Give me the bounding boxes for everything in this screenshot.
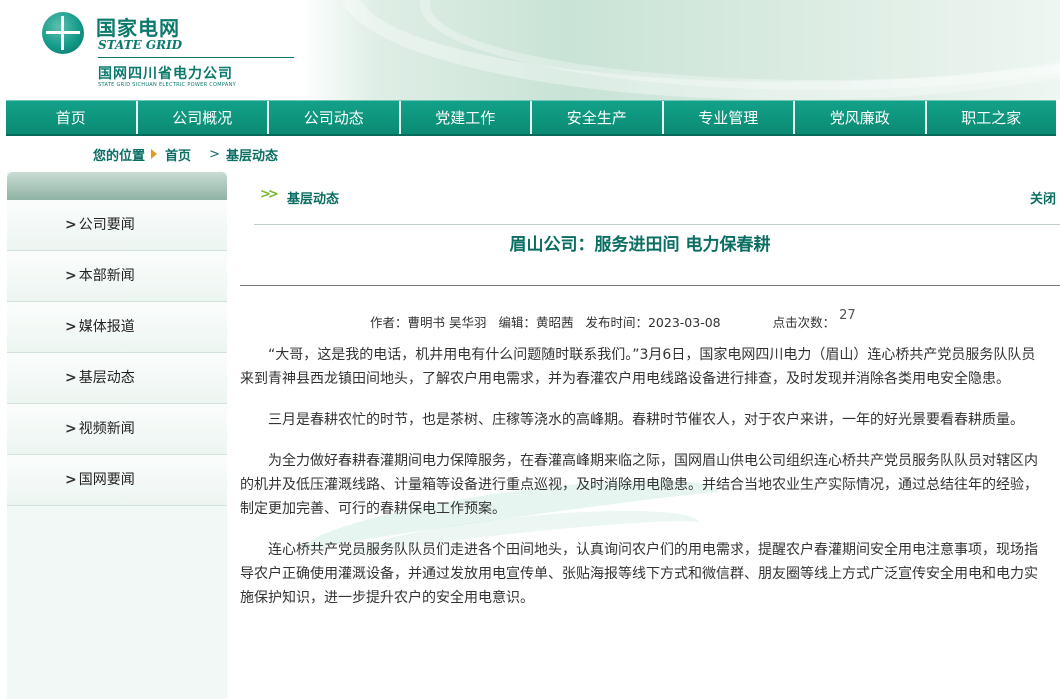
site-header: 国家电网 STATE GRID 国网四川省电力公司 STATE GRID SIC… [0,0,1060,100]
site-logo[interactable]: 国家电网 STATE GRID 国网四川省电力公司 STATE GRID SIC… [42,10,302,95]
chevron-right-icon: > [65,268,77,284]
sidebar-item-label: 媒体报道 [78,319,135,335]
double-chevron-right-icon: >> [260,187,279,202]
sidebar-item-label: 基层动态 [78,370,135,386]
breadcrumb-home[interactable]: 首页 [165,145,191,164]
section-header: >> 基层动态 关闭 [254,182,1060,210]
chevron-right-icon: > [65,217,77,233]
nav-integrity[interactable]: 党风廉政 [795,101,927,134]
nav-home[interactable]: 首页 [6,101,138,134]
chevron-right-icon: > [65,370,77,386]
breadcrumb-current[interactable]: 基层动态 [226,145,278,164]
article-paragraph: 三月是春耕农忙的时节，也是茶树、庄稼等浇水的高峰期。春耕时节催农人，对于农户来讲… [268,412,1024,428]
logo-subtitle-en: STATE GRID SICHUAN ELECTRIC POWER COMPAN… [98,82,236,88]
article-date: 发布时间：2023-03-08 [585,315,721,330]
close-link[interactable]: 关闭 [1030,188,1056,207]
article-author: 作者：曹明书 吴华羽 [370,315,487,330]
sidebar-item-label: 本部新闻 [78,268,135,284]
logo-subtitle: 国网四川省电力公司 [98,66,233,82]
article-paragraph: 为全力做好春耕春灌期间电力保障服务，在春灌高峰期来临之际，国网眉山供电公司组织连… [240,453,1038,517]
title-divider [240,285,1060,286]
sidebar-item-sgcc-news[interactable]: > 国网要闻 [7,455,227,506]
sidebar-list: > 公司要闻 > 本部新闻 > 媒体报道 > 基层动态 > 视频新闻 > 国网要闻 [7,200,227,506]
article-title: 眉山公司：服务进田间 电力保春耕 [509,235,771,255]
chevron-right-icon: > [65,421,77,437]
sidebar-item-label: 公司要闻 [78,217,135,233]
main-nav: 首页 公司概况 公司动态 党建工作 安全生产 专业管理 党风廉政 职工之家 [6,100,1056,136]
article-paragraph: “大哥，这是我的电话，机井用电有什么问题随时联系我们。”3月6日，国家电网四川电… [240,347,1036,387]
view-count-label: 点击次数： [772,315,836,330]
article-panel: >> 基层动态 关闭 眉山公司：服务进田间 电力保春耕 作者：曹明书 吴华羽 编… [240,172,1060,699]
breadcrumb-separator: > [209,146,220,162]
nav-professional-management[interactable]: 专业管理 [664,101,795,134]
header-divider [254,224,1060,225]
header-banner [300,0,1060,100]
breadcrumb-label: 您的位置 [93,148,146,164]
chevron-right-icon: > [65,319,77,335]
nav-company-news[interactable]: 公司动态 [269,101,401,134]
sidebar-item-media[interactable]: > 媒体报道 [7,302,227,353]
logo-cn-text: 国家电网 [96,16,180,40]
view-count: 27 [839,308,856,323]
sidebar-item-label: 视频新闻 [78,421,135,437]
logo-en-text: STATE GRID [98,38,183,52]
sidebar-item-label: 国网要闻 [78,472,135,488]
sidebar-item-grassroots[interactable]: > 基层动态 [7,353,227,404]
chevron-right-icon: > [65,472,77,488]
sidebar: > 公司要闻 > 本部新闻 > 媒体报道 > 基层动态 > 视频新闻 > 国网要闻 [7,172,227,699]
triangle-right-icon [151,149,158,159]
article-meta: 作者：曹明书 吴华羽 编辑：黄昭茜 发布时间：2023-03-08 点击次数： 2… [370,308,864,331]
nav-staff-home[interactable]: 职工之家 [927,101,1057,134]
article-editor: 编辑：黄昭茜 [498,315,574,330]
sidebar-item-company-news[interactable]: > 公司要闻 [7,200,227,251]
state-grid-globe-icon [42,12,84,54]
sidebar-item-hq-news[interactable]: > 本部新闻 [7,251,227,302]
nav-safety-production[interactable]: 安全生产 [532,101,664,134]
article-body: “大哥，这是我的电话，机井用电有什么问题随时联系我们。”3月6日，国家电网四川电… [240,343,1046,627]
sidebar-header [7,172,227,200]
section-title: 基层动态 [287,192,340,207]
nav-party-building[interactable]: 党建工作 [401,101,532,134]
article-paragraph: 连心桥共产党员服务队队员们走进各个田间地头，认真询问农户们的用电需求，提醒农户春… [240,542,1038,606]
logo-divider [98,57,294,58]
nav-company-overview[interactable]: 公司概况 [138,101,269,134]
sidebar-item-video[interactable]: > 视频新闻 [7,404,227,455]
breadcrumb: 您的位置 首页 > 基层动态 [93,144,278,164]
